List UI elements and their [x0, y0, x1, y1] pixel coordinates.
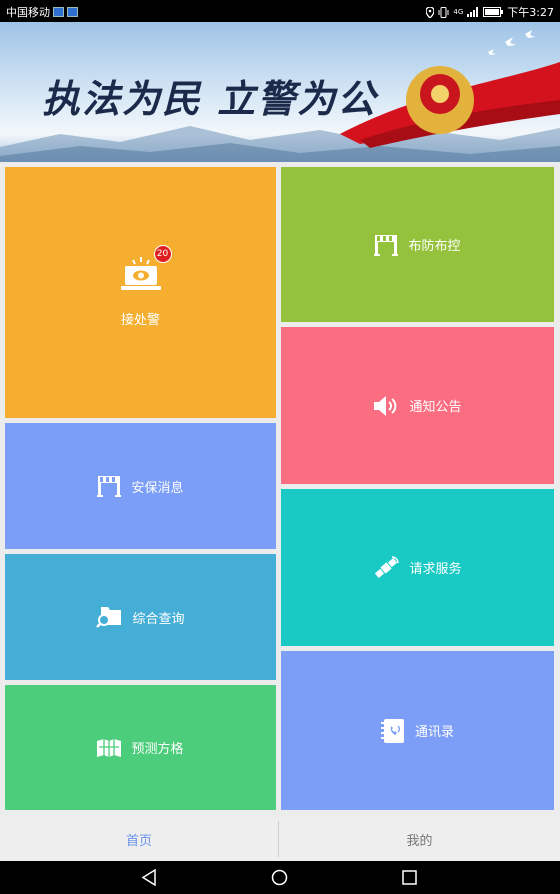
tile-label: 请求服务 — [409, 562, 462, 577]
tile-tongzhigonggao[interactable]: 通知公告 — [281, 327, 554, 484]
tile-jiechujing[interactable]: 20 接处警 — [5, 167, 276, 418]
banner-slogan: 执法为民 立警为公 — [42, 76, 378, 121]
tab-mine[interactable]: 我的 — [279, 817, 560, 861]
tile-zonghechaxun[interactable]: 综合查询 — [5, 554, 276, 680]
carrier-label: 中国移动 — [6, 6, 50, 19]
badge-count: 20 — [153, 245, 172, 263]
home-icon[interactable] — [271, 869, 288, 886]
location-icon — [426, 6, 435, 18]
tab-home[interactable]: 首页 — [0, 817, 278, 861]
vibrate-icon — [438, 6, 449, 18]
contacts-book-icon — [380, 718, 404, 743]
tile-anbaoxiaoxi[interactable]: 安保消息 — [5, 423, 276, 549]
notification-icon — [67, 7, 78, 17]
checkpoint-icon — [97, 476, 122, 497]
tile-qingqiufuwu[interactable]: 请求服务 — [281, 489, 554, 646]
tile-yucefangge[interactable]: 预测方格 — [5, 685, 276, 810]
signal-icon — [467, 7, 479, 17]
tile-label: 安保消息 — [131, 480, 184, 496]
notification-icon — [53, 7, 64, 17]
tile-label: 通讯录 — [414, 725, 454, 740]
speaker-icon — [374, 395, 397, 416]
tile-label: 通知公告 — [409, 400, 462, 415]
map-icon — [97, 738, 122, 757]
tile-label: 布防布控 — [408, 239, 461, 254]
network-type-label: 4G — [453, 8, 464, 16]
alarm-laptop-icon — [120, 257, 161, 290]
tile-label: 综合查询 — [132, 611, 185, 627]
battery-icon — [483, 7, 504, 17]
folder-search-icon — [96, 607, 122, 628]
status-bar: 中国移动 4G 下午3:27 — [0, 0, 560, 22]
clock: 下午3:27 — [507, 6, 554, 19]
back-icon[interactable] — [141, 869, 157, 886]
bottom-tab-bar: 首页 我的 — [0, 817, 560, 861]
tile-label: 接处警 — [120, 313, 160, 328]
tile-label: 预测方格 — [131, 742, 184, 757]
system-nav-bar — [0, 861, 560, 894]
header-banner: 执法为民 立警为公 — [0, 22, 560, 162]
satellite-icon — [375, 555, 400, 578]
tile-tongxunlu[interactable]: 通讯录 — [281, 651, 554, 810]
checkpoint-icon — [374, 234, 399, 256]
recents-icon[interactable] — [402, 870, 417, 885]
tile-bufangbukong[interactable]: 布防布控 — [281, 167, 554, 322]
